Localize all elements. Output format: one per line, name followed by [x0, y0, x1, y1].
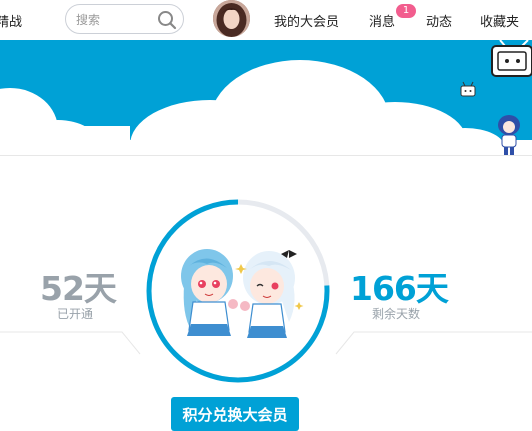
nav-favorites[interactable]: 收藏夹	[480, 11, 519, 30]
nav-my-vip[interactable]: 我的大会员	[274, 11, 339, 30]
divider	[0, 155, 532, 156]
opened-days-value: 52天	[40, 269, 117, 308]
search-box[interactable]	[65, 4, 184, 34]
avatar[interactable]	[213, 0, 250, 37]
cloud-banner-art	[0, 40, 532, 156]
nav-messages[interactable]: 消息	[369, 11, 395, 30]
search-input[interactable]	[76, 11, 156, 29]
remaining-days-value: 166天	[350, 269, 449, 308]
messages-badge: 1	[396, 4, 416, 18]
remaining-days-label: 剩余天数	[372, 307, 421, 321]
mascots-illustration-icon	[181, 249, 304, 338]
left-deco-line	[0, 331, 141, 355]
right-deco-line	[335, 331, 532, 355]
redeem-vip-button[interactable]: 积分兑换大会员	[171, 397, 299, 431]
top-nav: 精战 我的大会员 消息 1 动态 收藏夹	[0, 0, 532, 40]
progress-ring	[146, 199, 330, 383]
search-icon[interactable]	[157, 10, 177, 30]
banner	[0, 40, 532, 156]
tv-mascot-large-icon	[491, 40, 532, 77]
opened-days-label: 已开通	[57, 307, 94, 321]
tv-mascot-small-icon	[460, 81, 476, 97]
nav-dynamics[interactable]: 动态	[426, 11, 452, 30]
nav-item-partial[interactable]: 精战	[0, 11, 22, 30]
